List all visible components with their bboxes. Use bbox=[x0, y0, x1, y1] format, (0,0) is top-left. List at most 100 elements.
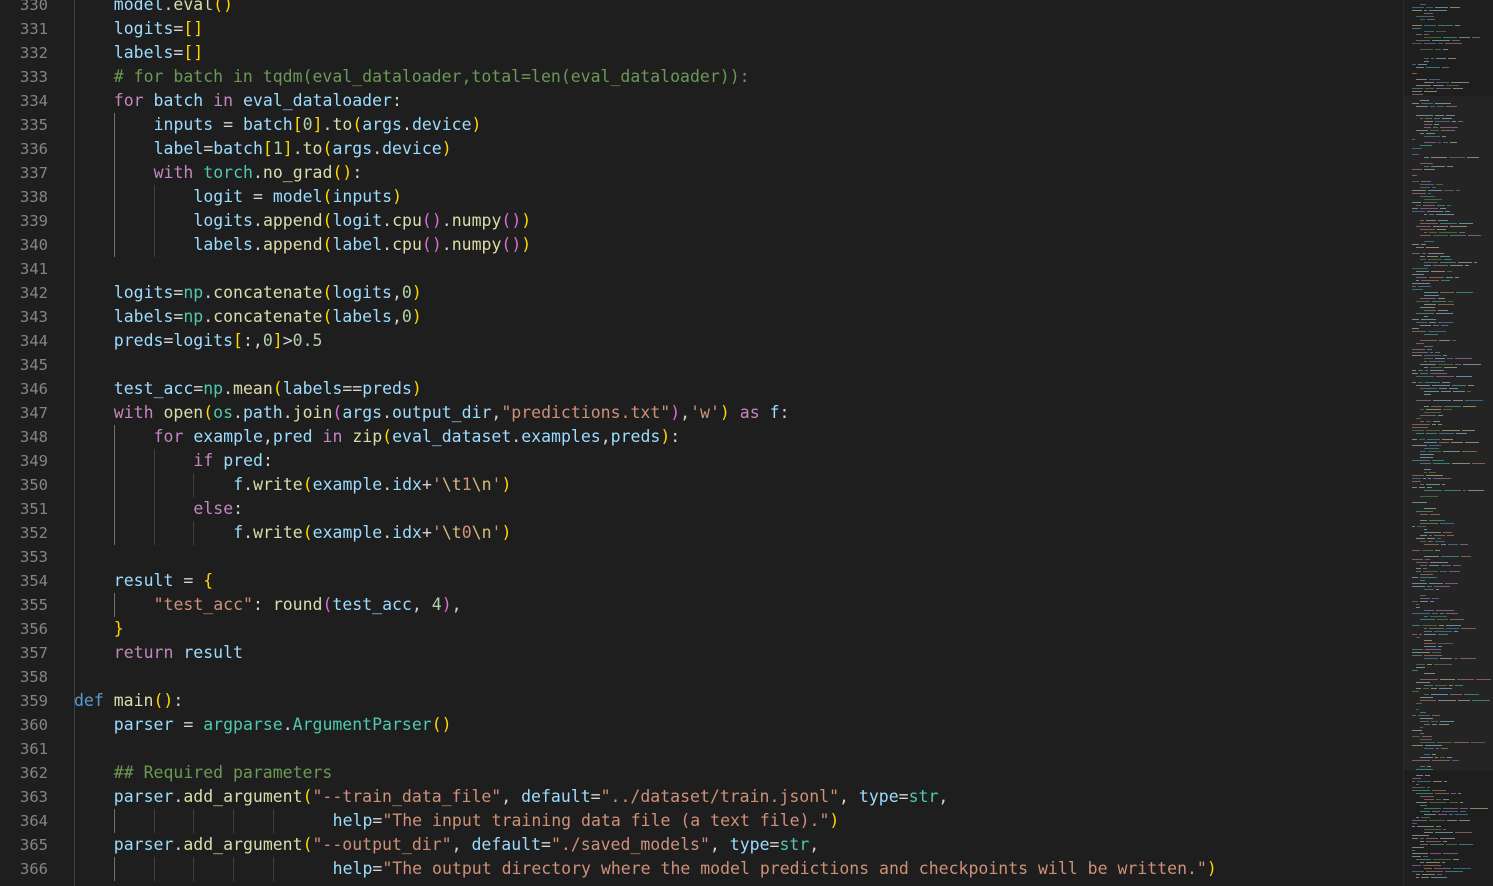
minimap-line bbox=[1460, 544, 1468, 545]
code-line[interactable]: model.eval() bbox=[114, 0, 233, 17]
code-line[interactable]: # for batch in tqdm(eval_dataloader,tota… bbox=[114, 65, 750, 89]
minimap-line bbox=[1412, 670, 1418, 671]
minimap-line bbox=[1427, 487, 1432, 488]
minimap-line bbox=[1429, 79, 1440, 80]
minimap-line bbox=[1420, 766, 1425, 767]
code-line[interactable]: label=batch[1].to(args.device) bbox=[154, 137, 452, 161]
code-line[interactable]: labels=np.concatenate(labels,0) bbox=[114, 305, 422, 329]
code-line[interactable]: preds=logits[:,0]>0.5 bbox=[114, 329, 323, 353]
minimap-line bbox=[1446, 625, 1461, 626]
code-token: , bbox=[501, 787, 522, 806]
minimap-line bbox=[1436, 589, 1439, 590]
minimap-line bbox=[1429, 322, 1436, 323]
code-token: parser bbox=[113, 787, 174, 806]
minimap-line bbox=[1418, 286, 1431, 287]
code-token: pred bbox=[272, 427, 313, 446]
minimap-line bbox=[1412, 550, 1420, 551]
minimap-line bbox=[1424, 91, 1437, 92]
minimap-line bbox=[1412, 328, 1419, 329]
code-line[interactable]: def main(): bbox=[74, 689, 183, 713]
minimap-line bbox=[1430, 367, 1442, 368]
code-line[interactable]: labels=[] bbox=[114, 41, 203, 65]
code-token: args bbox=[362, 115, 402, 134]
line-number: 339 bbox=[20, 212, 48, 230]
code-token: str bbox=[908, 787, 939, 806]
minimap-line bbox=[1418, 370, 1423, 371]
minimap-line bbox=[1424, 127, 1431, 128]
code-line[interactable]: parser.add_argument("--output_dir", defa… bbox=[114, 833, 819, 857]
code-editor[interactable]: 330 331 332 333 334 335 336 337 338 339 340 341 342 3… bbox=[0, 0, 1493, 886]
minimap-line bbox=[1421, 244, 1426, 245]
code-line[interactable]: logits=np.concatenate(logits,0) bbox=[114, 281, 422, 305]
minimap-line bbox=[1423, 478, 1426, 479]
code-token: default bbox=[521, 787, 591, 806]
minimap-line bbox=[1416, 769, 1433, 770]
code-line[interactable]: logits.append(logit.cpu().numpy()) bbox=[193, 209, 531, 233]
code-token: 0 bbox=[461, 523, 472, 542]
code-token: = bbox=[173, 283, 184, 302]
code-token: () bbox=[332, 163, 353, 182]
code-token: [ bbox=[292, 115, 303, 134]
code-line[interactable]: labels.append(label.cpu().numpy()) bbox=[193, 233, 531, 257]
code-area[interactable]: model.eval() logits=[] labels=[] # for batc… bbox=[74, 0, 1400, 886]
code-token: str bbox=[779, 835, 810, 854]
minimap-line bbox=[1424, 304, 1436, 305]
code-token: , bbox=[809, 835, 820, 854]
minimap-line bbox=[1454, 631, 1458, 632]
indent-guide bbox=[113, 425, 115, 545]
code-line[interactable]: help="The output directory where the mod… bbox=[313, 857, 1217, 881]
code-line[interactable]: with open(os.path.join(args.output_dir,"… bbox=[114, 401, 790, 425]
code-line[interactable]: for batch in eval_dataloader: bbox=[114, 89, 402, 113]
code-token: in bbox=[213, 91, 234, 110]
minimap-line bbox=[1412, 427, 1428, 428]
code-token: idx bbox=[392, 475, 422, 494]
line-number: 351 bbox=[20, 500, 48, 518]
minimap-line bbox=[1423, 571, 1438, 572]
code-line[interactable]: "test_acc": round(test_acc, 4), bbox=[154, 593, 462, 617]
minimap-line bbox=[1431, 406, 1442, 407]
code-line[interactable]: inputs = batch[0].to(args.device) bbox=[154, 113, 482, 137]
code-line[interactable]: logit = model(inputs) bbox=[193, 185, 402, 209]
minimap-line bbox=[1426, 475, 1443, 476]
minimap-line bbox=[1420, 679, 1438, 680]
minimap-line bbox=[1445, 583, 1458, 584]
code-line[interactable]: parser.add_argument("--train_data_file",… bbox=[114, 785, 949, 809]
minimap-line bbox=[1412, 439, 1417, 440]
minimap-line bbox=[1465, 442, 1479, 443]
code-token: ' bbox=[431, 475, 442, 494]
code-token: > bbox=[282, 331, 293, 350]
code-line[interactable]: with torch.no_grad(): bbox=[154, 161, 363, 185]
minimap-line bbox=[1424, 631, 1432, 632]
code-line[interactable]: help="The input training data file (a te… bbox=[313, 809, 840, 833]
minimap-line bbox=[1420, 184, 1434, 185]
code-token: , bbox=[411, 595, 432, 614]
code-line[interactable]: else: bbox=[193, 497, 243, 521]
code-line[interactable]: for example,pred in zip(eval_dataset.exa… bbox=[154, 425, 681, 449]
code-line[interactable]: if pred: bbox=[193, 449, 273, 473]
code-line[interactable]: ## Required parameters bbox=[114, 761, 333, 785]
line-number: 333 bbox=[20, 68, 48, 86]
minimap-line bbox=[1438, 43, 1443, 44]
minimap-line bbox=[1435, 757, 1438, 758]
code-line[interactable]: return result bbox=[114, 641, 243, 665]
minimap-line bbox=[1447, 271, 1452, 272]
minimap-line bbox=[1458, 262, 1472, 263]
code-line[interactable]: result = { bbox=[114, 569, 213, 593]
code-token: . bbox=[233, 403, 243, 422]
code-token: return bbox=[113, 643, 174, 662]
code-line[interactable]: logits=[] bbox=[114, 17, 203, 41]
code-line[interactable]: test_acc=np.mean(labels==preds) bbox=[114, 377, 422, 401]
minimap[interactable] bbox=[1403, 0, 1493, 886]
minimap-line bbox=[1424, 469, 1431, 470]
minimap-line bbox=[1436, 184, 1443, 185]
code-token: to bbox=[302, 139, 323, 158]
code-line[interactable]: } bbox=[114, 617, 124, 641]
minimap-line bbox=[1424, 295, 1439, 296]
minimap-line bbox=[1436, 826, 1441, 827]
minimap-line bbox=[1432, 715, 1440, 716]
minimap-line bbox=[1472, 37, 1480, 38]
code-line[interactable]: parser = argparse.ArgumentParser() bbox=[114, 713, 452, 737]
code-line[interactable]: f.write(example.idx+'\t1\n') bbox=[233, 473, 511, 497]
code-line[interactable]: f.write(example.idx+'\t0\n') bbox=[233, 521, 511, 545]
